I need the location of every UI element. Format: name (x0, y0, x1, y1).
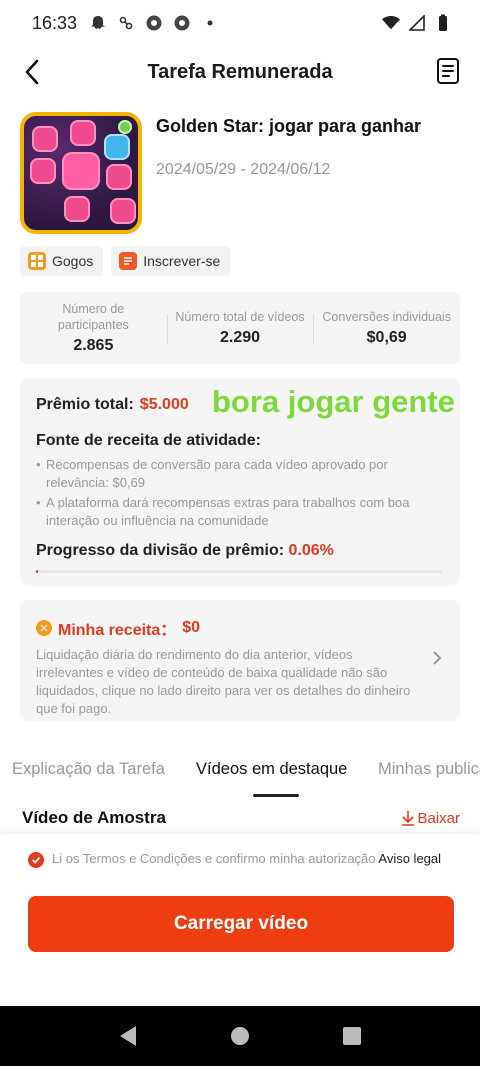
stat-total-videos: Número total de vídeos 2.290 (166, 292, 314, 364)
task-header: Golden Star: jogar para ganhar 2024/05/2… (20, 112, 460, 234)
gem-shape (32, 126, 58, 152)
tab-my-posts[interactable]: Minhas publicações (378, 752, 480, 779)
square-recents-icon (343, 1027, 361, 1045)
download-button[interactable]: Baixar (401, 810, 460, 827)
progress-bar (36, 570, 442, 573)
chevron-right-icon[interactable] (432, 650, 442, 671)
tag-subscribe: Inscrever-se (111, 246, 231, 276)
list-item: A plataforma dará recompensas extras par… (36, 494, 444, 530)
stat-value: $0,69 (366, 329, 407, 346)
active-tab-indicator (253, 794, 299, 797)
game-thumbnail (20, 112, 142, 234)
battery-icon (434, 14, 452, 32)
download-icon (402, 811, 415, 826)
task-tags: Gogos Inscrever-se (20, 246, 231, 276)
progress-value: 0.06% (288, 542, 334, 559)
sample-video-row: Vídeo de Amostra Baixar (22, 808, 460, 828)
stat-label: Conversões individuais (322, 310, 451, 324)
app-glyph-icon (117, 14, 135, 32)
ghost-app-icon (89, 14, 107, 32)
prize-total-value: $5.000 (139, 396, 189, 413)
chevron-left-icon (25, 59, 39, 85)
income-title: ✕ Minha receita： $0 (36, 616, 444, 640)
coin-icon: ✕ (36, 620, 52, 636)
prize-card: Prêmio total: $5.000 bora jogar gente Fo… (20, 378, 460, 586)
wifi-icon (382, 14, 400, 32)
triangle-back-icon (120, 1026, 136, 1046)
upload-video-button[interactable]: Carregar vídeo (28, 896, 454, 952)
legal-notice-link[interactable]: Aviso legal (378, 851, 441, 866)
terms-checkbox[interactable] (28, 852, 44, 868)
back-button[interactable] (18, 58, 46, 86)
gem-shape (110, 198, 136, 224)
document-icon (437, 58, 459, 84)
stat-participants: Número de participantes 2.865 (20, 292, 167, 364)
signal-icon (408, 14, 426, 32)
status-time: 16:33 (32, 12, 78, 33)
page-title: Tarefa Remunerada (147, 60, 333, 83)
income-description: Liquidação diária do rendimento do dia a… (36, 647, 411, 716)
terms-row: Li os Termos e Condições e confirmo minh… (28, 850, 448, 868)
circle-home-icon (231, 1027, 249, 1045)
progress-label: Progresso da divisão de prêmio: (36, 542, 285, 559)
prize-progress: Progresso da divisão de prêmio: 0.06% (36, 542, 444, 560)
tag-label: Gogos (52, 253, 94, 269)
prize-total-label: Prêmio total: (36, 396, 134, 413)
status-system-icons (382, 14, 452, 32)
nav-recents-button[interactable] (340, 1024, 364, 1048)
progress-fill (36, 570, 38, 573)
nav-home-button[interactable] (228, 1024, 252, 1048)
status-bar: 16:33 (0, 0, 480, 46)
chrome-icon-2 (173, 14, 191, 32)
my-income-card[interactable]: ✕ Minha receita： $0 Liquidação diária do… (20, 600, 460, 721)
gem-shape (104, 134, 130, 160)
list-item: Recompensas de conversão para cada vídeo… (36, 456, 444, 492)
status-notification-icons (89, 14, 219, 32)
stat-value: 2.865 (73, 337, 114, 354)
rules-document-button[interactable] (434, 56, 462, 86)
income-label: Minha receita： (58, 622, 177, 639)
income-value: $0 (182, 619, 201, 636)
stat-conversions: Conversões individuais $0,69 (313, 292, 460, 364)
system-navigation-bar (0, 1006, 480, 1066)
app-header: Tarefa Remunerada (0, 46, 480, 98)
sample-video-title: Vídeo de Amostra (22, 808, 166, 827)
check-icon (31, 856, 41, 864)
task-name: Golden Star: jogar para ganhar (156, 116, 422, 136)
task-dates: 2024/05/29 - 2024/06/12 (156, 161, 331, 178)
gem-shape (30, 158, 56, 184)
tag-label: Inscrever-se (143, 253, 221, 269)
terms-statement: Li os Termos e Condições e confirmo minh… (52, 851, 376, 866)
more-notifications-dot-icon (201, 14, 219, 32)
download-label: Baixar (417, 809, 460, 827)
gem-shape (106, 164, 132, 190)
game-art (24, 116, 138, 230)
bottom-action-panel: Li os Termos e Condições e confirmo minh… (0, 834, 480, 1006)
stats-panel: Número de participantes 2.865 Número tot… (20, 292, 460, 364)
tab-featured-videos[interactable]: Vídeos em destaque (196, 752, 347, 779)
tab-task-explanation[interactable]: Explicação da Tarefa (12, 752, 165, 779)
revenue-source-list: Recompensas de conversão para cada vídeo… (36, 456, 444, 530)
grid-icon (28, 252, 46, 270)
nav-back-button[interactable] (116, 1024, 140, 1048)
stat-label: Número total de vídeos (175, 310, 305, 324)
stat-label: Número de participantes (57, 302, 129, 332)
tag-gogos: Gogos (20, 246, 104, 276)
gem-shape (118, 120, 132, 134)
star-gem-shape (62, 152, 100, 190)
overlay-caption: bora jogar gente (212, 384, 455, 419)
gem-shape (70, 120, 96, 146)
content-tabs: Explicação da Tarefa Vídeos em destaque … (0, 752, 480, 798)
chrome-icon (145, 14, 163, 32)
terms-text: Li os Termos e Condições e confirmo minh… (52, 850, 441, 868)
task-info: Golden Star: jogar para ganhar 2024/05/2… (156, 112, 421, 234)
gem-shape (64, 196, 90, 222)
stat-value: 2.290 (219, 329, 261, 346)
list-icon (119, 252, 138, 270)
revenue-source-title: Fonte de receita de atividade: (36, 432, 261, 449)
